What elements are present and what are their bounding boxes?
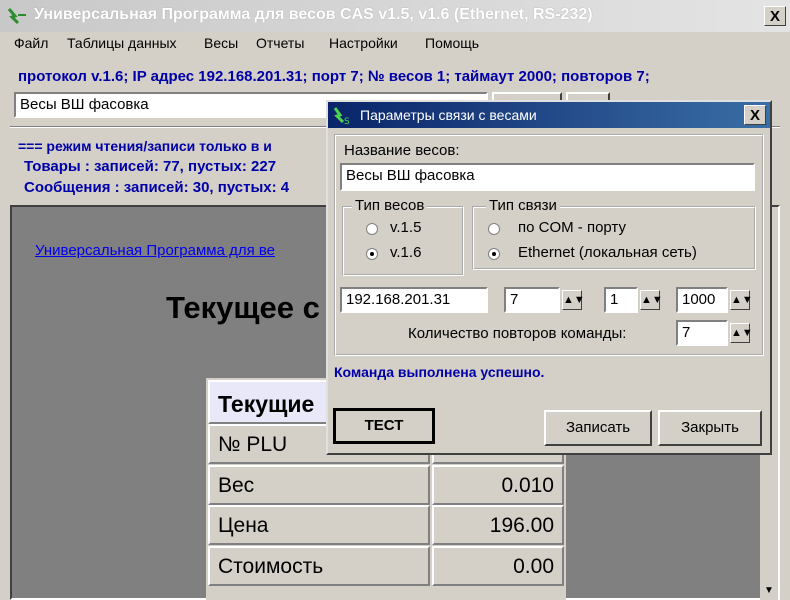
protocol-info: протокол v.1.6; IP адрес 192.168.201.31;…: [18, 68, 650, 85]
menu-file[interactable]: Файл: [14, 35, 48, 51]
port-spin-icon[interactable]: ▲▼: [562, 290, 585, 310]
timeout-spin-icon[interactable]: ▲▼: [730, 290, 753, 310]
retries-label: Количество повторов команды:: [408, 325, 627, 342]
link-type-legend: Тип связи: [486, 197, 560, 214]
goods-status: Товары : записей: 77, пустых: 227: [24, 158, 277, 175]
radio-v16-label: v.1.6: [390, 244, 422, 261]
current-heading: Текущее с: [166, 290, 320, 325]
scroll-down-icon[interactable]: ▼: [762, 584, 776, 598]
radio-com[interactable]: [488, 223, 500, 235]
retries-spin-icon[interactable]: ▲▼: [730, 323, 753, 343]
port-input[interactable]: 7: [504, 287, 560, 313]
ip-input[interactable]: 192.168.201.31: [340, 287, 488, 313]
port-value: 7: [510, 291, 519, 308]
menu-bar: Файл Таблицы данных Весы Отчеты Настройк…: [0, 32, 790, 56]
radio-v15-label: v.1.5: [390, 219, 422, 236]
dialog-write-button[interactable]: Записать: [544, 410, 652, 446]
mode-status: === режим чтения/записи только в и: [18, 138, 272, 154]
dialog-titlebar: S Параметры связи с весами: [328, 102, 770, 128]
row-value-weight: 0.010: [432, 465, 564, 505]
window-title: Универсальная Программа для весов CAS v1…: [34, 6, 593, 23]
radio-ethernet-label: Ethernet (локальная сеть): [518, 244, 697, 261]
dialog-app-icon: S: [333, 107, 350, 125]
scale-type-legend: Тип весов: [352, 197, 428, 214]
scale-name-input[interactable]: Весы ВШ фасовка: [340, 163, 755, 191]
retries-value: 7: [682, 324, 691, 341]
dialog-close-action-button[interactable]: Закрыть: [658, 410, 762, 446]
row-value-cost: 0.00: [432, 546, 564, 586]
dialog-close-button[interactable]: X: [744, 105, 766, 125]
svg-text:S: S: [344, 117, 350, 125]
menu-help[interactable]: Помощь: [425, 35, 479, 51]
ip-value: 192.168.201.31: [346, 291, 451, 308]
row-label-weight: Вес: [208, 465, 430, 505]
scale-number-spin-icon[interactable]: ▲▼: [640, 290, 663, 310]
window-titlebar: Универсальная Программа для весов CAS v1…: [0, 0, 790, 32]
menu-settings[interactable]: Настройки: [329, 35, 398, 51]
scale-number-value: 1: [610, 291, 619, 308]
dialog-title: Параметры связи с весами: [360, 107, 537, 123]
menu-data-tables[interactable]: Таблицы данных: [67, 35, 177, 51]
row-value-price: 196.00: [432, 505, 564, 545]
messages-status: Сообщения : записей: 30, пустых: 4: [24, 179, 290, 196]
retries-input[interactable]: 7: [676, 320, 728, 346]
row-label-cost: Стоимость: [208, 546, 430, 586]
dialog-test-button[interactable]: ТЕСТ: [333, 408, 435, 444]
scale-select-value: Весы ВШ фасовка: [20, 96, 149, 113]
result-message: Команда выполнена успешно.: [334, 364, 545, 380]
scale-type-group: [342, 206, 464, 276]
menu-reports[interactable]: Отчеты: [256, 35, 304, 51]
row-label-price: Цена: [208, 505, 430, 545]
window-close-button[interactable]: X: [764, 6, 786, 26]
content-link[interactable]: Универсальная Программа для ве: [35, 242, 275, 259]
scale-name-label: Название весов:: [344, 142, 460, 159]
timeout-input[interactable]: 1000: [676, 287, 728, 313]
timeout-value: 1000: [682, 291, 716, 308]
radio-com-label: по COM - порту: [518, 219, 626, 236]
radio-v15[interactable]: [366, 223, 378, 235]
scale-number-input[interactable]: 1: [604, 287, 638, 313]
menu-scales[interactable]: Весы: [204, 35, 238, 51]
radio-v16[interactable]: [366, 248, 378, 260]
radio-ethernet[interactable]: [488, 248, 500, 260]
scale-name-value: Весы ВШ фасовка: [346, 167, 475, 184]
app-icon: [7, 8, 26, 25]
